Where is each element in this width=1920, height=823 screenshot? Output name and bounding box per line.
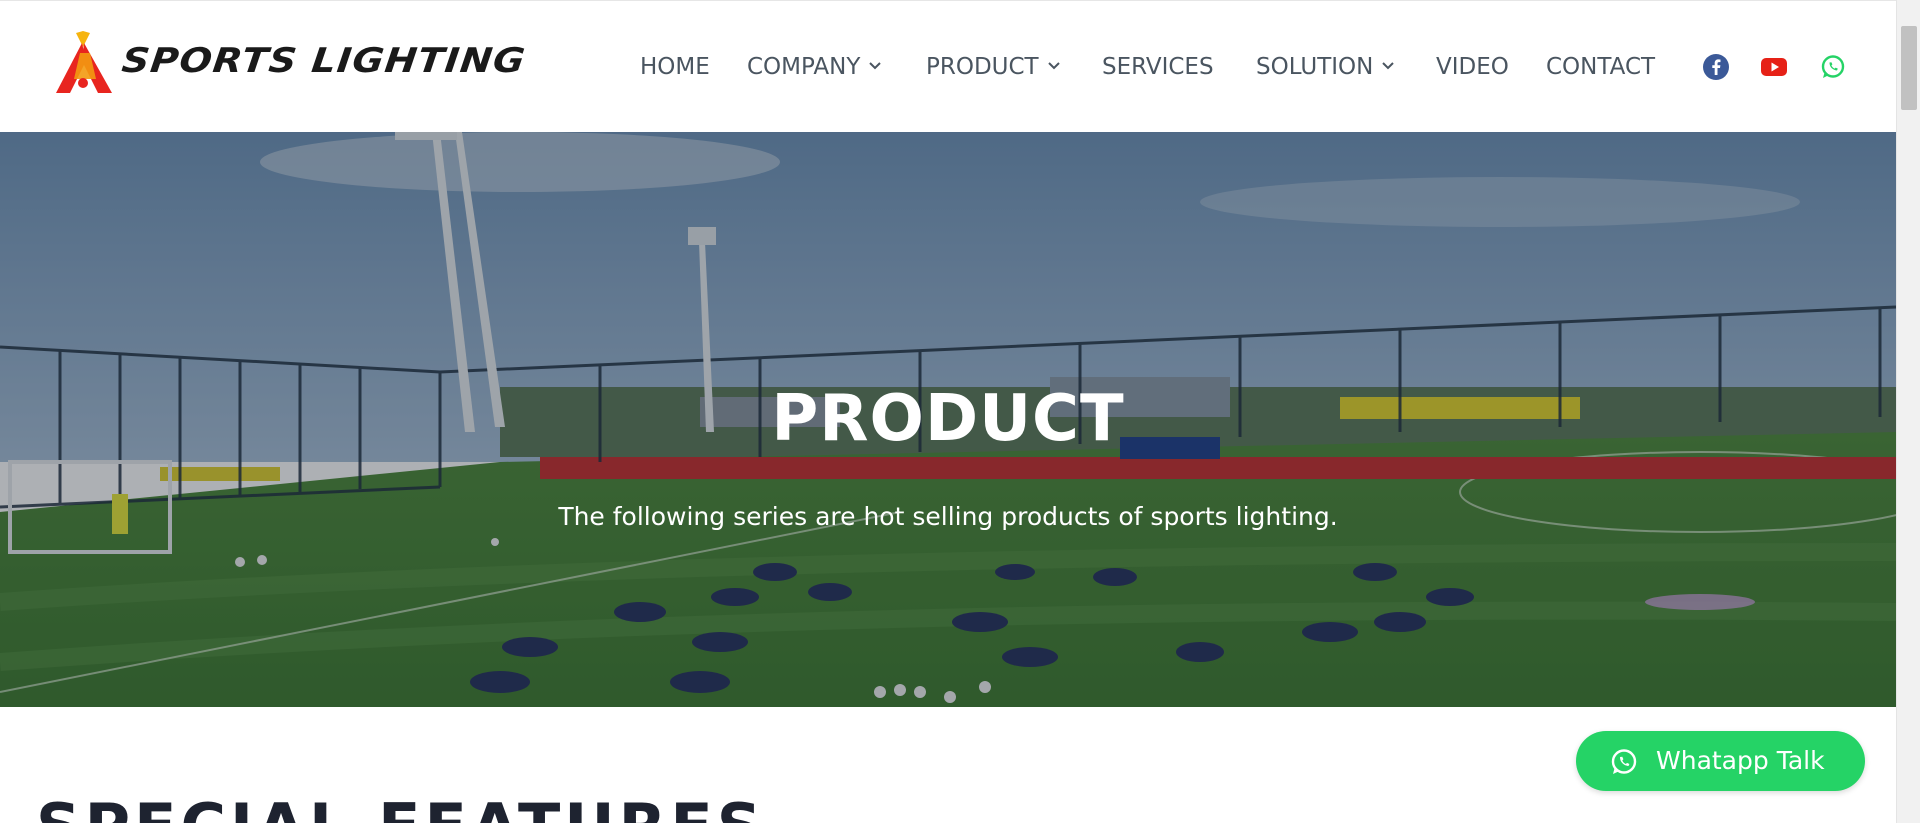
scrollbar-thumb[interactable] — [1901, 26, 1917, 110]
logo-mark-icon — [56, 31, 112, 93]
nav-item-services[interactable]: SERVICES — [1102, 47, 1214, 87]
nav-item-label: COMPANY — [747, 54, 861, 80]
youtube-icon[interactable] — [1761, 54, 1787, 80]
nav-item-video[interactable]: VIDEO — [1436, 47, 1509, 87]
nav-item-label: SERVICES — [1102, 54, 1214, 80]
hero-title: PRODUCT — [771, 382, 1125, 456]
nav-item-product[interactable]: PRODUCT — [926, 47, 1061, 87]
nav-item-contact[interactable]: CONTACT — [1546, 47, 1655, 87]
hero-subtitle: The following series are hot selling pro… — [558, 502, 1338, 531]
nav-item-solution[interactable]: SOLUTION — [1256, 47, 1395, 87]
section-title: SPECIAL FEATURES — [36, 790, 765, 823]
nav-item-label: HOME — [640, 54, 710, 80]
nav-item-company[interactable]: COMPANY — [747, 47, 882, 87]
chevron-down-icon — [1382, 61, 1395, 69]
chevron-down-icon — [869, 61, 882, 69]
nav-item-label: SOLUTION — [1256, 54, 1374, 80]
page-scrollbar[interactable] — [1896, 0, 1920, 823]
whatsapp-icon — [1611, 749, 1637, 774]
nav-item-label: PRODUCT — [926, 54, 1039, 80]
site-header: SPORTS LIGHTING HOME COMPANY PRODUCT SER… — [0, 0, 1896, 132]
nav-item-home[interactable]: HOME — [640, 47, 710, 87]
site-logo[interactable]: SPORTS LIGHTING — [50, 31, 550, 95]
whatsapp-icon[interactable] — [1820, 54, 1846, 80]
hero-banner: PRODUCT The following series are hot sel… — [0, 132, 1896, 707]
whatsapp-chat-button[interactable]: Whatapp Talk — [1576, 731, 1865, 791]
chevron-down-icon — [1047, 61, 1060, 69]
brand-name: SPORTS LIGHTING — [119, 41, 528, 81]
facebook-icon[interactable] — [1703, 54, 1729, 80]
nav-item-label: CONTACT — [1546, 54, 1656, 80]
nav-item-label: VIDEO — [1436, 54, 1509, 80]
whatsapp-button-label: Whatapp Talk — [1656, 746, 1825, 775]
